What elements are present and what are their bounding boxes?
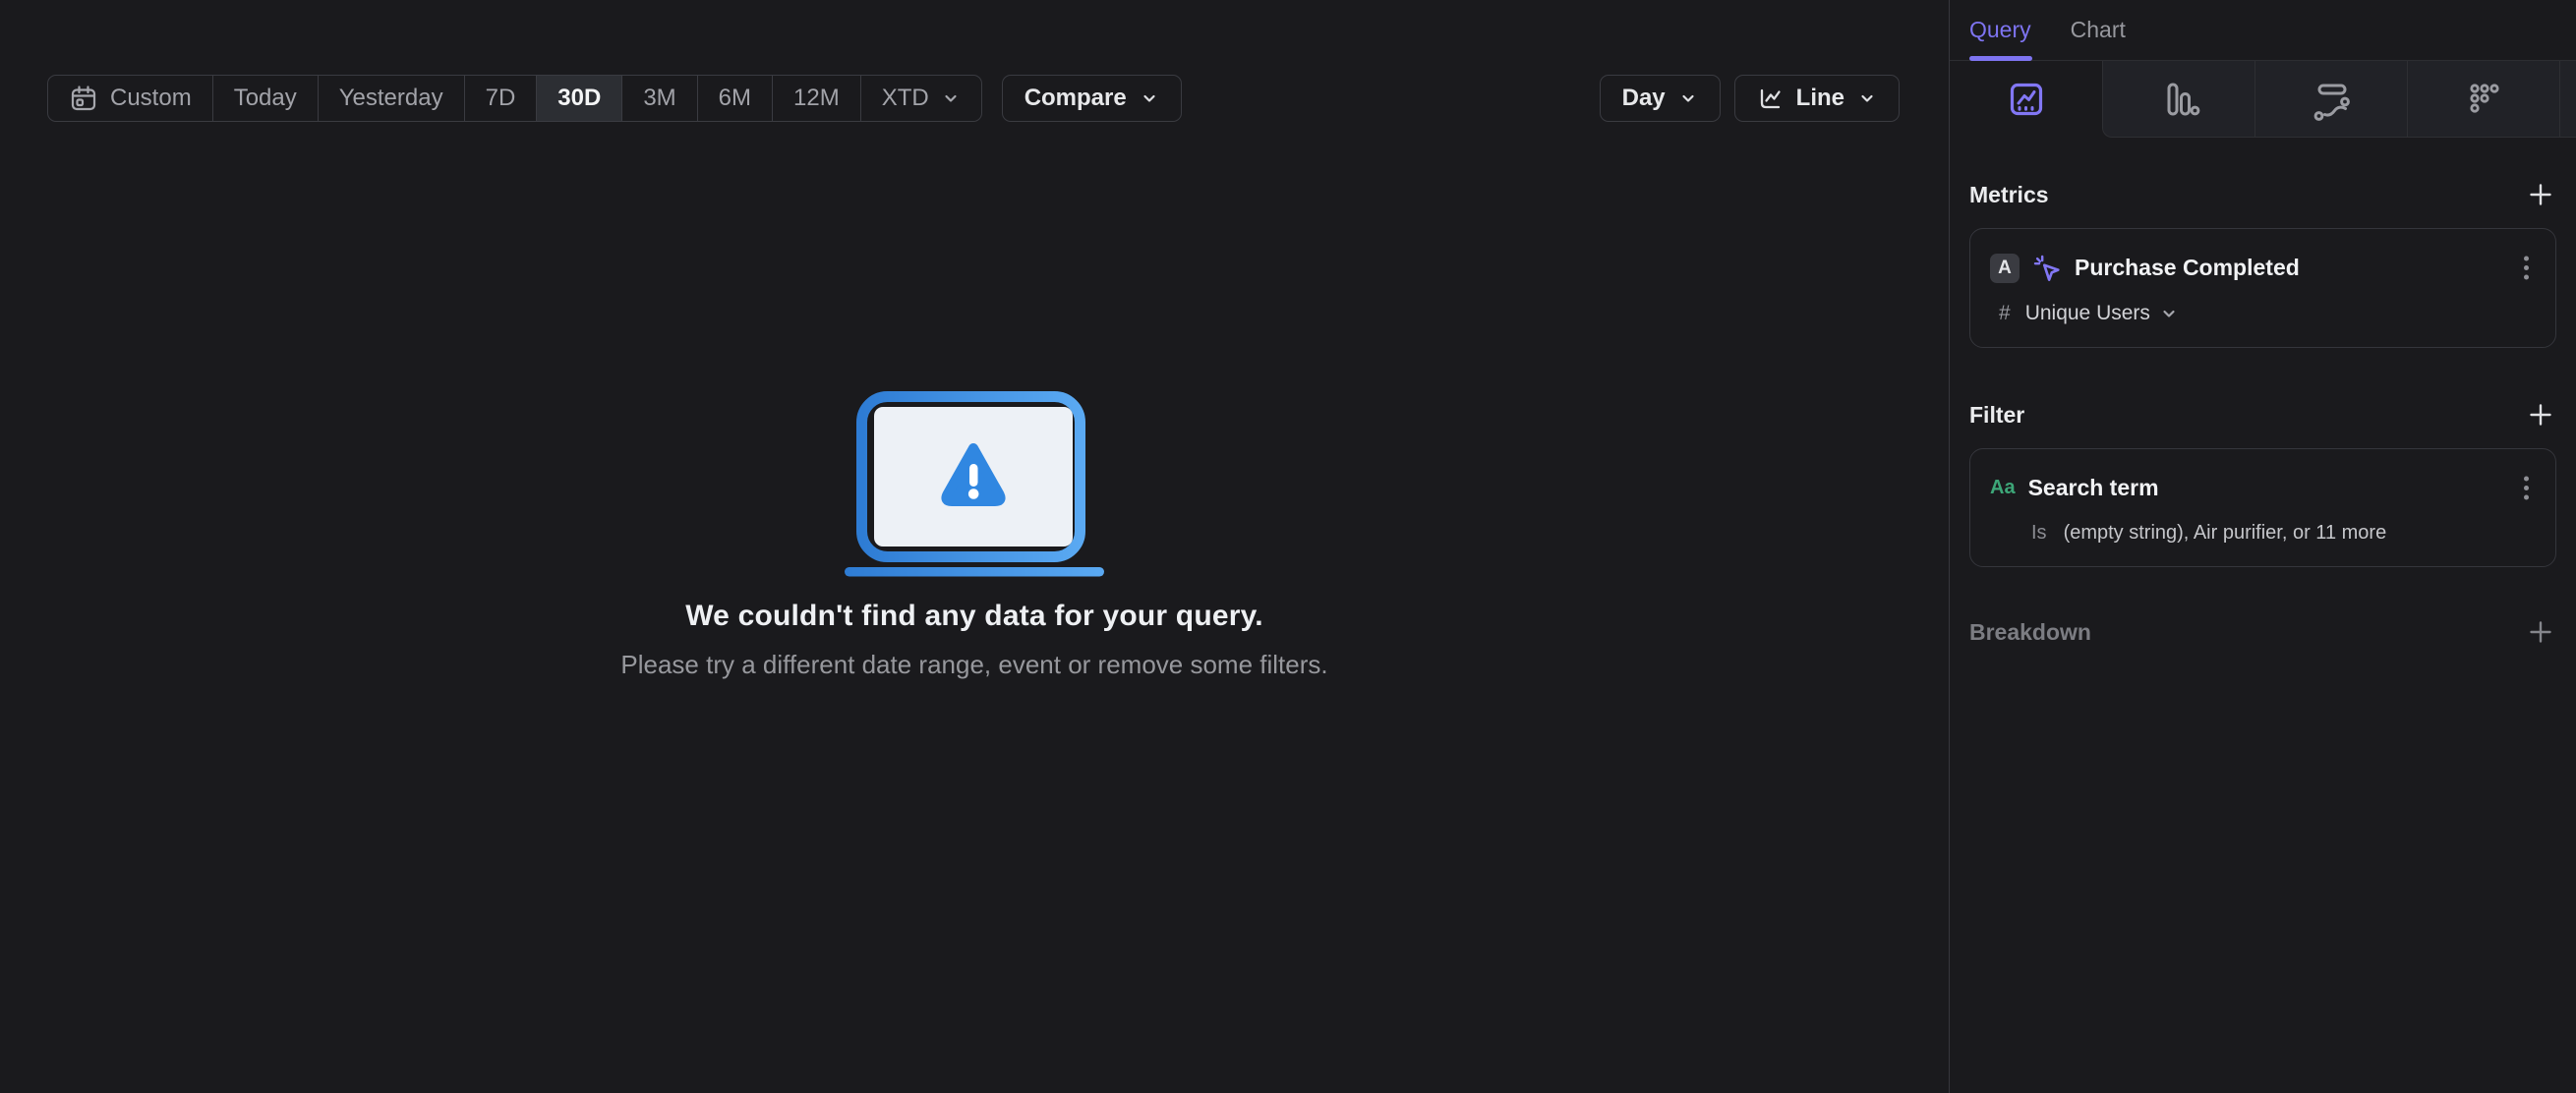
visualization-type-tabs [1950,61,2576,138]
date-range-7d-button[interactable]: 7D [465,76,538,121]
chevron-down-icon [1861,94,1873,102]
aggregation-prefix: # [1999,302,2011,324]
plus-icon [2530,404,2551,426]
kebab-menu-icon [2524,256,2529,280]
metric-menu-button[interactable] [2517,251,2536,285]
breakdown-section-header: Breakdown [1969,610,2556,654]
date-range-selector: Custom Today Yesterday 7D 30D 3M 6M 12M … [47,75,982,122]
empty-state-title: We couldn't find any data for your query… [685,600,1263,632]
viz-tab-metric[interactable] [2407,61,2559,138]
chevron-down-icon [1143,94,1155,102]
line-chart-icon [1760,88,1781,108]
compare-button[interactable]: Compare [1001,75,1182,122]
filter-values-summary[interactable]: (empty string), Air purifier, or 11 more [2064,522,2387,545]
filter-card[interactable]: Aa Search term Is (empty string), Air pu… [1969,448,2556,567]
tab-query[interactable]: Query [1969,17,2032,61]
add-breakdown-button[interactable] [2525,616,2556,648]
chart-display-controls: Day Line [1599,75,1900,122]
sidebar-tab-bar: Query Chart [1950,0,2576,61]
viz-tab-bar[interactable] [2102,61,2254,138]
plus-icon [2530,184,2551,205]
chart-type-dropdown[interactable]: Line [1733,75,1900,122]
metrics-heading: Metrics [1969,181,2049,207]
empty-state: We couldn't find any data for your query… [0,385,1949,680]
tab-row-filler [2559,61,2576,138]
date-range-xtd-dropdown[interactable]: XTD [861,76,981,121]
granularity-dropdown[interactable]: Day [1599,75,1721,122]
insights-report-view: Custom Today Yesterday 7D 30D 3M 6M 12M … [0,0,2576,1093]
query-builder-sidebar: Query Chart Metrics A Purchase Completed… [1949,0,2576,1093]
insights-line-chart-icon [2010,83,2042,116]
add-filter-button[interactable] [2525,399,2556,431]
breakdown-heading: Breakdown [1969,618,2091,645]
laptop-warning-illustration [845,391,1104,577]
date-range-3m-button[interactable]: 3M [622,76,698,121]
metric-letter-badge: A [1990,253,2020,283]
metrics-section-header: Metrics [1969,173,2556,216]
kebab-menu-icon [2524,476,2529,500]
chevron-down-icon [1682,94,1694,102]
plus-icon [2530,621,2551,643]
aggregation-dropdown[interactable]: Unique Users [2025,302,2178,325]
date-range-today-button[interactable]: Today [213,76,319,121]
flow-icon [2313,84,2350,121]
filter-condition-row: Is (empty string), Air purifier, or 11 m… [1990,522,2536,545]
empty-state-subtitle: Please try a different date range, event… [620,650,1328,679]
date-range-30d-button[interactable]: 30D [537,76,623,121]
bar-chart-icon [2167,83,2200,115]
date-range-custom-button[interactable]: Custom [48,76,213,121]
chevron-down-icon [2163,310,2175,317]
filter-property-name: Search term [2027,475,2159,500]
viz-tab-insights[interactable] [1950,61,2102,138]
active-tab-underline [1969,56,2032,61]
metric-event-name: Purchase Completed [2075,255,2300,280]
viz-tab-flow[interactable] [2254,61,2407,138]
add-metric-button[interactable] [2525,179,2556,210]
filter-section-header: Filter [1969,393,2556,436]
calendar-icon [71,86,96,111]
chart-canvas-area: Custom Today Yesterday 7D 30D 3M 6M 12M … [0,0,1949,1093]
metric-card-main-row: A Purchase Completed [1990,251,2536,285]
date-range-12m-button[interactable]: 12M [773,76,861,121]
date-range-label: Custom [110,85,192,111]
chevron-down-icon [945,94,957,102]
date-range-yesterday-button[interactable]: Yesterday [319,76,465,121]
filter-menu-button[interactable] [2517,471,2536,505]
metric-aggregation-row: # Unique Users [1990,302,2536,325]
filter-card-main-row: Aa Search term [1990,471,2536,505]
text-property-type-icon: Aa [1990,477,2016,498]
filter-operator: Is [2031,522,2047,544]
metric-dots-icon [2470,83,2499,113]
cursor-click-icon [2033,255,2060,281]
metric-card[interactable]: A Purchase Completed # Unique Users [1969,228,2556,348]
tab-chart[interactable]: Chart [2071,17,2126,43]
filter-heading: Filter [1969,401,2025,428]
chart-toolbar: Custom Today Yesterday 7D 30D 3M 6M 12M … [47,75,1900,122]
date-range-6m-button[interactable]: 6M [698,76,773,121]
query-builder-content: Metrics A Purchase Completed # Unique Us… [1950,173,2576,654]
